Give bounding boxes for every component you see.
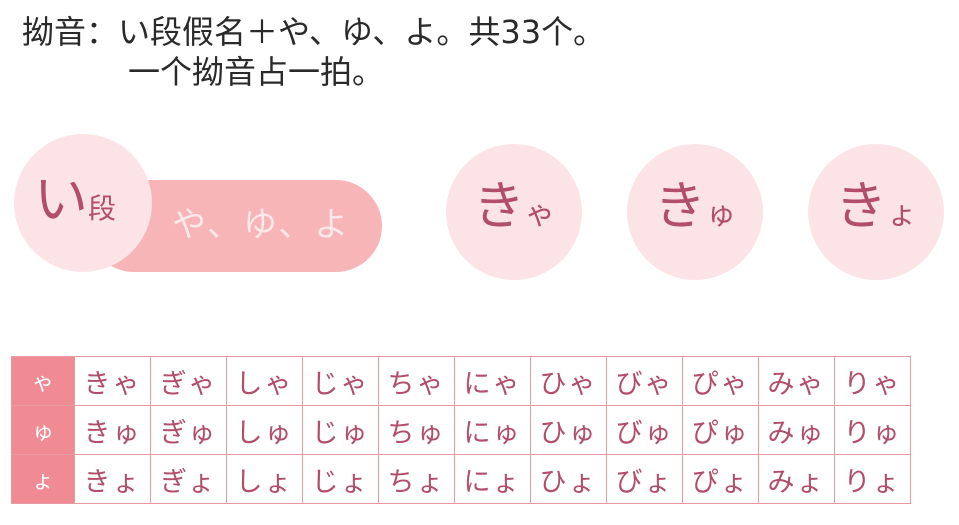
table-cell: しゅ <box>226 405 303 455</box>
table-row: ゅきゅ ぎゅ しゅ じゅ ちゅ にゅ ひゅ びゅ ぴゅ みゅ りゅ <box>11 405 911 455</box>
table-cell: りゃ <box>834 356 911 406</box>
table-cell: みゃ <box>758 356 835 406</box>
table-cell: ぴゃ <box>682 356 759 406</box>
i-dan-kana: い <box>34 168 88 231</box>
table-cell: じょ <box>302 454 379 504</box>
table-cell: にゃ <box>454 356 531 406</box>
table-cell: みゅ <box>758 405 835 455</box>
table-cell: ぴゅ <box>682 405 759 455</box>
table-cell: ぎょ <box>150 454 227 504</box>
i-dan-label: い段 <box>34 170 116 239</box>
table-cell: みょ <box>758 454 835 504</box>
table-cell: しょ <box>226 454 303 504</box>
table-cell: ひょ <box>530 454 607 504</box>
kya-small: ゃ <box>525 197 555 232</box>
table-cell: きゃ <box>74 356 151 406</box>
row-header: ゃ <box>11 356 75 406</box>
table-cell: ちょ <box>378 454 455 504</box>
youon-table: ゃきゃ ぎゃ しゃ じゃ ちゃ にゃ ひゃ びゃ ぴゃ みゃ りゃゅきゅ ぎゅ しゅ じゅ ちゅ にゅ ひゅ びゅ… <box>11 356 911 504</box>
table-cell: ぎゅ <box>150 405 227 455</box>
kya-bubble-text: きゃ <box>446 172 582 250</box>
table-cell: にゅ <box>454 405 531 455</box>
table-cell: びゃ <box>606 356 683 406</box>
kyu-small: ゅ <box>706 197 736 232</box>
table-cell: ぎゃ <box>150 356 227 406</box>
table-cell: じゅ <box>302 405 379 455</box>
row-header: ゅ <box>11 405 75 455</box>
kyo-big: き <box>834 177 887 237</box>
i-dan-kanji: 段 <box>88 192 117 225</box>
heading-line-1: 拗音：い段假名＋や、ゆ、よ。共33个。 <box>22 13 606 51</box>
kyo-bubble-text: きょ <box>808 172 944 250</box>
kya-big: き <box>472 177 525 237</box>
row-header: ょ <box>11 454 75 504</box>
table-cell: じゃ <box>302 356 379 406</box>
table-row: ょきょ ぎょ しょ じょ ちょ にょ ひょ びょ ぴょ みょ りょ <box>11 454 911 504</box>
table-cell: ちゅ <box>378 405 455 455</box>
table-cell: ひゃ <box>530 356 607 406</box>
table-cell: きゅ <box>74 405 151 455</box>
table-cell: ひゅ <box>530 405 607 455</box>
table-row: ゃきゃ ぎゃ しゃ じゃ ちゃ にゃ ひゃ びゃ ぴゃ みゃ りゃ <box>11 356 911 406</box>
table-cell: きょ <box>74 454 151 504</box>
table-cell: りょ <box>834 454 911 504</box>
table-cell: りゅ <box>834 405 911 455</box>
table-cell: ぴょ <box>682 454 759 504</box>
table-cell: ちゃ <box>378 356 455 406</box>
table-cell: びゅ <box>606 405 683 455</box>
table-cell: しゃ <box>226 356 303 406</box>
kyu-big: き <box>653 177 706 237</box>
kyu-bubble-text: きゅ <box>627 172 763 250</box>
suffix-pill-text: や、ゆ、よ <box>172 205 351 245</box>
table-cell: びょ <box>606 454 683 504</box>
heading-line-2: 一个拗音占一拍。 <box>128 53 385 91</box>
kyo-small: ょ <box>887 197 917 232</box>
table-cell: にょ <box>454 454 531 504</box>
